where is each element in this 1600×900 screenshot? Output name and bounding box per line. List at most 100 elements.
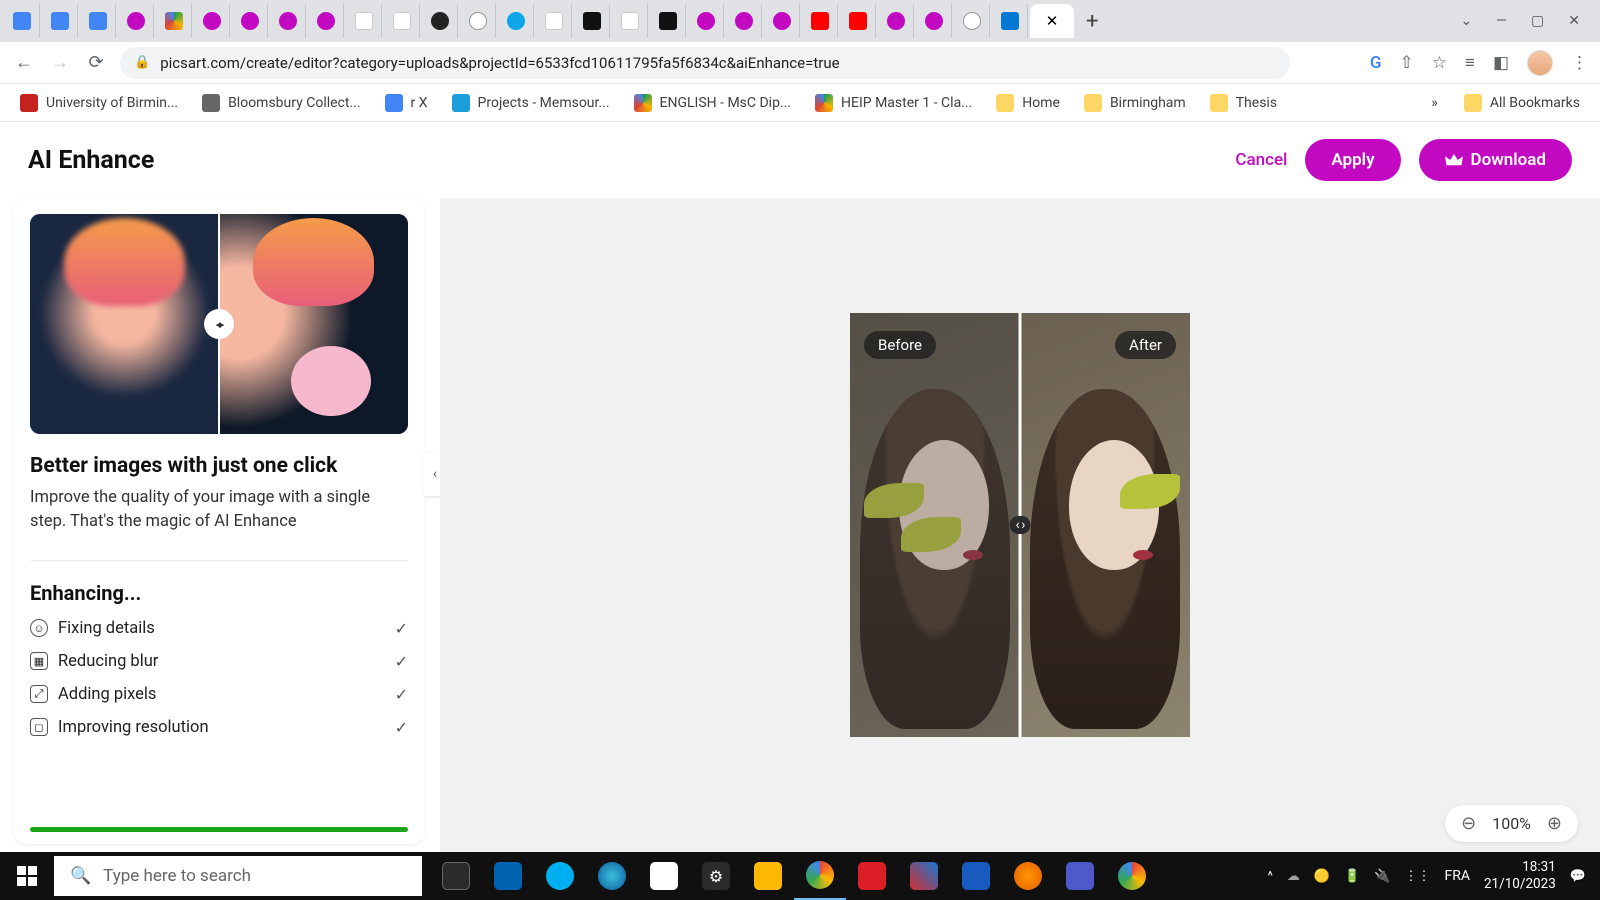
divider (30, 560, 408, 561)
profile-avatar[interactable] (1527, 50, 1553, 76)
browser-tab[interactable] (536, 4, 572, 38)
zoom-in-button[interactable]: ⊕ (1547, 813, 1562, 834)
bookmarks-overflow-button[interactable]: » (1431, 95, 1438, 111)
browser-tab[interactable] (118, 4, 154, 38)
tray-weather-icon[interactable]: 🟡 (1314, 869, 1330, 884)
chrome-menu-icon[interactable]: ⋮ (1571, 53, 1588, 73)
browser-tab[interactable] (764, 4, 800, 38)
browser-tab[interactable] (878, 4, 914, 38)
taskbar-app[interactable] (898, 852, 950, 900)
browser-tab[interactable] (4, 4, 40, 38)
bookmark-item[interactable]: University of Birmin... (10, 90, 188, 116)
browser-tab[interactable] (232, 4, 268, 38)
google-search-icon[interactable]: G (1370, 53, 1382, 73)
taskbar-app[interactable] (482, 852, 534, 900)
bookmark-item[interactable]: r X (375, 90, 438, 116)
browser-tab[interactable] (992, 4, 1028, 38)
task-view-button[interactable] (430, 852, 482, 900)
taskbar-app-chrome-alt[interactable] (1106, 852, 1158, 900)
taskbar-search-input[interactable]: 🔍 Type here to search (54, 856, 422, 896)
browser-tab[interactable] (498, 4, 534, 38)
share-icon[interactable]: ⇧ (1400, 53, 1414, 73)
browser-tab[interactable] (80, 4, 116, 38)
window-minimize-button[interactable]: — (1496, 13, 1507, 29)
taskbar-app-chrome[interactable] (794, 852, 846, 900)
bookmark-item[interactable]: HEIP Master 1 - Cla... (805, 90, 982, 116)
windows-taskbar: 🔍 Type here to search ⚙ ^ ☁ 🟡 🔋 🔌 ⋮⋮ FRA… (0, 852, 1600, 900)
tabs-dropdown-icon[interactable]: ⌄ (1460, 13, 1472, 29)
browser-tab[interactable] (194, 4, 230, 38)
page-title: AI Enhance (28, 146, 154, 175)
browser-tab[interactable] (840, 4, 876, 38)
browser-tab[interactable] (688, 4, 724, 38)
before-badge: Before (864, 331, 936, 359)
browser-tab[interactable] (574, 4, 610, 38)
check-icon: ✓ (395, 685, 408, 704)
browser-tab[interactable] (270, 4, 306, 38)
bookmark-item[interactable]: Thesis (1200, 90, 1287, 116)
taskbar-app-store[interactable] (638, 852, 690, 900)
nav-back-button[interactable]: ← (12, 51, 36, 75)
browser-tab[interactable] (954, 4, 990, 38)
before-after-compare[interactable]: Before After ‹ › (850, 313, 1190, 737)
reading-list-icon[interactable]: ≡ (1465, 53, 1475, 73)
taskbar-app-firefox[interactable] (1002, 852, 1054, 900)
nav-reload-button[interactable]: ⟳ (84, 51, 108, 75)
browser-tab[interactable] (612, 4, 648, 38)
tray-network-icon[interactable]: ⋮⋮ (1404, 869, 1430, 884)
browser-tab[interactable] (726, 4, 762, 38)
taskbar-app-word[interactable] (950, 852, 1002, 900)
bookmark-item[interactable]: Home (986, 90, 1070, 116)
bookmark-item[interactable]: Bloomsbury Collect... (192, 90, 370, 116)
tray-charging-icon[interactable]: 🔌 (1374, 869, 1390, 884)
browser-tab[interactable] (802, 4, 838, 38)
new-tab-button[interactable]: + (1076, 9, 1108, 34)
url-input[interactable]: 🔒 picsart.com/create/editor?category=upl… (120, 47, 1290, 79)
side-panel-icon[interactable]: ◧ (1493, 53, 1509, 73)
browser-tab[interactable] (308, 4, 344, 38)
taskbar-app-teams[interactable] (1054, 852, 1106, 900)
bookmark-star-icon[interactable]: ☆ (1432, 53, 1447, 73)
tray-clock[interactable]: 18:31 21/10/2023 (1484, 859, 1556, 893)
browser-tab[interactable] (650, 4, 686, 38)
taskbar-app-edge[interactable] (586, 852, 638, 900)
window-maximize-button[interactable]: ▢ (1531, 13, 1544, 29)
compare-slider-handle[interactable]: ‹ › (1010, 516, 1031, 534)
tray-notifications-icon[interactable]: 💬 (1570, 869, 1586, 884)
tray-language[interactable]: FRA (1444, 868, 1470, 884)
step-item: ◻Improving resolution✓ (30, 718, 408, 737)
browser-tab-active[interactable]: ✕ (1030, 4, 1074, 38)
taskbar-app-explorer[interactable] (742, 852, 794, 900)
nav-forward-button[interactable]: → (48, 51, 72, 75)
browser-tab[interactable] (422, 4, 458, 38)
taskbar-app-skype[interactable] (534, 852, 586, 900)
window-close-button[interactable]: ✕ (1568, 13, 1580, 29)
tray-overflow-icon[interactable]: ^ (1267, 869, 1272, 884)
app-header: AI Enhance Cancel Apply Download (0, 122, 1600, 198)
browser-tab[interactable] (42, 4, 78, 38)
slider-handle-icon[interactable]: ◂▸ (204, 309, 234, 339)
search-icon: 🔍 (70, 866, 91, 886)
browser-tab[interactable] (346, 4, 382, 38)
browser-tab[interactable] (156, 4, 192, 38)
bookmark-item[interactable]: ENGLISH - MsC Dip... (624, 90, 802, 116)
tray-onedrive-icon[interactable]: ☁ (1287, 869, 1300, 884)
taskbar-app-acrobat[interactable] (846, 852, 898, 900)
browser-tab[interactable] (460, 4, 496, 38)
zoom-out-button[interactable]: ⊖ (1461, 813, 1476, 834)
browser-tab[interactable] (916, 4, 952, 38)
browser-tab[interactable] (384, 4, 420, 38)
apply-button[interactable]: Apply (1305, 139, 1400, 181)
bookmark-item[interactable]: Projects - Memsour... (442, 90, 620, 116)
taskbar-app-settings[interactable]: ⚙ (690, 852, 742, 900)
lock-icon: 🔒 (134, 55, 150, 70)
close-icon[interactable]: ✕ (1046, 12, 1059, 30)
step-item: ⤢Adding pixels✓ (30, 685, 408, 704)
check-icon: ✓ (395, 652, 408, 671)
all-bookmarks-button[interactable]: All Bookmarks (1454, 90, 1590, 116)
tray-battery-icon[interactable]: 🔋 (1344, 869, 1360, 884)
start-button[interactable] (0, 852, 54, 900)
cancel-button[interactable]: Cancel (1235, 150, 1287, 170)
bookmark-item[interactable]: Birmingham (1074, 90, 1196, 116)
download-button[interactable]: Download (1419, 139, 1572, 181)
